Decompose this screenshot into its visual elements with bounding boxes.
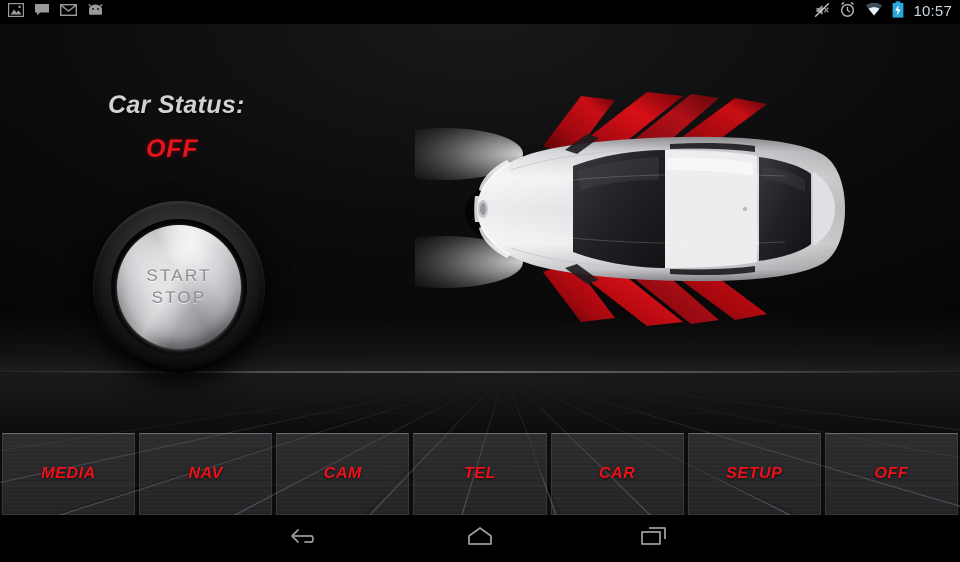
home-icon [464,525,496,552]
menu-button-label: OFF [874,465,909,482]
car-top-view-graphic [367,84,875,334]
recents-button[interactable] [627,515,681,562]
menu-button-off[interactable]: OFF [824,433,958,515]
wifi-icon [865,2,883,22]
car-illustration-icon [367,92,845,326]
menu-button-label: TEL [463,465,496,482]
horizon-line [0,371,960,373]
menu-button-label: NAV [188,465,223,482]
android-icon [87,3,104,21]
android-navigation-bar [0,515,960,562]
car-app-screen: Car Status: OFF START STOP MEDIA NAV CAM… [0,24,960,515]
menu-button-nav[interactable]: NAV [139,433,273,515]
car-status-block: Car Status: OFF [108,90,245,164]
email-icon [59,3,78,21]
back-icon [289,524,323,553]
car-status-value: OFF [146,135,199,163]
menu-button-tel[interactable]: TEL [413,433,547,515]
device-screen: 10:57 Car Status: OFF START STOP MEDIA N… [0,0,960,562]
battery-charging-icon [892,1,904,23]
status-bar-notification-icons [7,0,104,24]
menu-button-setup[interactable]: SETUP [687,433,821,515]
photo-icon [7,2,25,22]
alarm-clock-icon [839,1,856,23]
start-stop-label-stop: STOP [151,288,207,307]
menu-button-label: CAM [323,465,362,482]
start-stop-face-text: START STOP [117,225,241,349]
back-button[interactable] [279,515,333,562]
status-bar-clock: 10:57 [913,3,952,20]
start-stop-label-start: START [146,266,212,285]
home-button[interactable] [453,515,507,562]
menu-button-label: SETUP [726,465,783,482]
recents-icon [639,524,669,553]
android-status-bar: 10:57 [0,0,960,24]
status-bar-system-icons: 10:57 [814,0,952,24]
message-icon [34,3,50,21]
car-status-label: Car Status: [108,91,245,119]
menu-button-media[interactable]: MEDIA [2,433,136,515]
start-stop-button[interactable]: START STOP [93,201,265,373]
menu-button-label: CAR [598,465,636,482]
main-menu-bar: MEDIA NAV CAM TEL CAR SETUP OFF [0,433,960,515]
mute-icon [814,2,830,23]
menu-button-label: MEDIA [41,465,96,482]
menu-button-cam[interactable]: CAM [276,433,410,515]
menu-button-car[interactable]: CAR [550,433,684,515]
